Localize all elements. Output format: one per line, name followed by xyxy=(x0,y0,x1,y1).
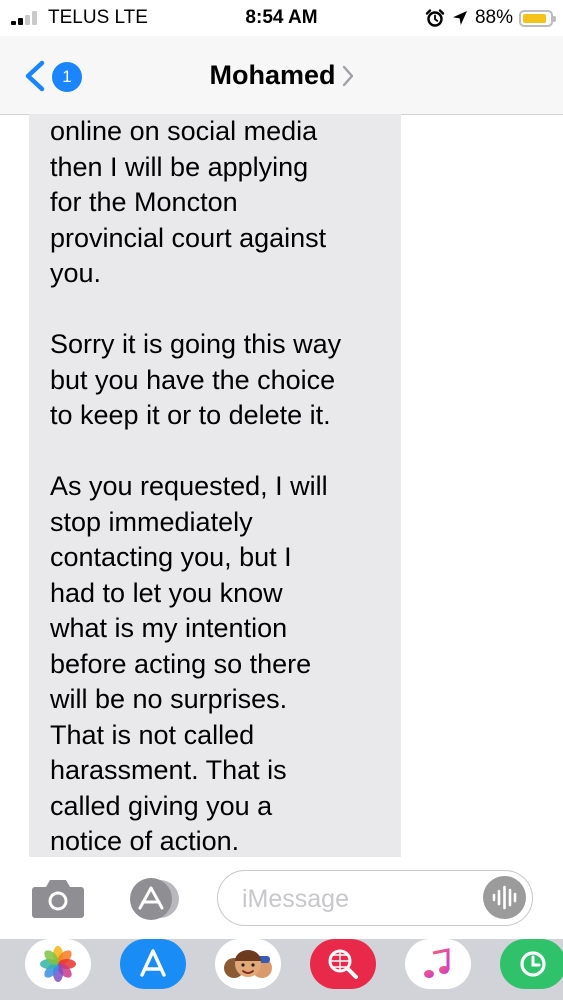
chevron-right-icon xyxy=(342,65,353,86)
message-placeholder: iMessage xyxy=(242,885,349,913)
music-app-button[interactable] xyxy=(405,939,471,989)
location-arrow-icon xyxy=(452,11,467,25)
photos-app-button[interactable] xyxy=(25,939,91,989)
activity-app-button[interactable] xyxy=(500,939,563,989)
music-icon xyxy=(424,948,450,978)
conversation-header: 1 Mohamed xyxy=(0,36,563,115)
web-search-icon xyxy=(328,949,358,979)
audio-waveform-icon[interactable] xyxy=(483,876,526,919)
memoji-icon xyxy=(224,950,272,978)
camera-icon[interactable] xyxy=(31,878,85,919)
activity-icon xyxy=(520,951,546,977)
web-search-app-button[interactable] xyxy=(310,939,376,989)
memoji-app-button[interactable] xyxy=(215,939,281,989)
battery-icon xyxy=(519,9,556,27)
photos-icon xyxy=(40,946,76,982)
app-store-app-button[interactable] xyxy=(120,939,186,989)
message-bubble[interactable]: online on social media then I will be ap… xyxy=(29,114,401,857)
app-store-icon[interactable] xyxy=(124,877,184,921)
app-drawer xyxy=(0,939,563,1000)
message-text: online on social media then I will be ap… xyxy=(50,116,342,856)
contact-button[interactable]: Mohamed xyxy=(0,60,563,91)
message-input[interactable]: iMessage xyxy=(217,870,533,926)
status-bar: TELUS LTE 8:54 AM 88% xyxy=(0,0,563,36)
battery-percent: 88% xyxy=(474,7,513,28)
input-bar: iMessage xyxy=(0,857,563,939)
contact-name: Mohamed xyxy=(209,60,336,90)
alarm-icon xyxy=(425,9,445,27)
app-store-icon xyxy=(140,949,166,977)
